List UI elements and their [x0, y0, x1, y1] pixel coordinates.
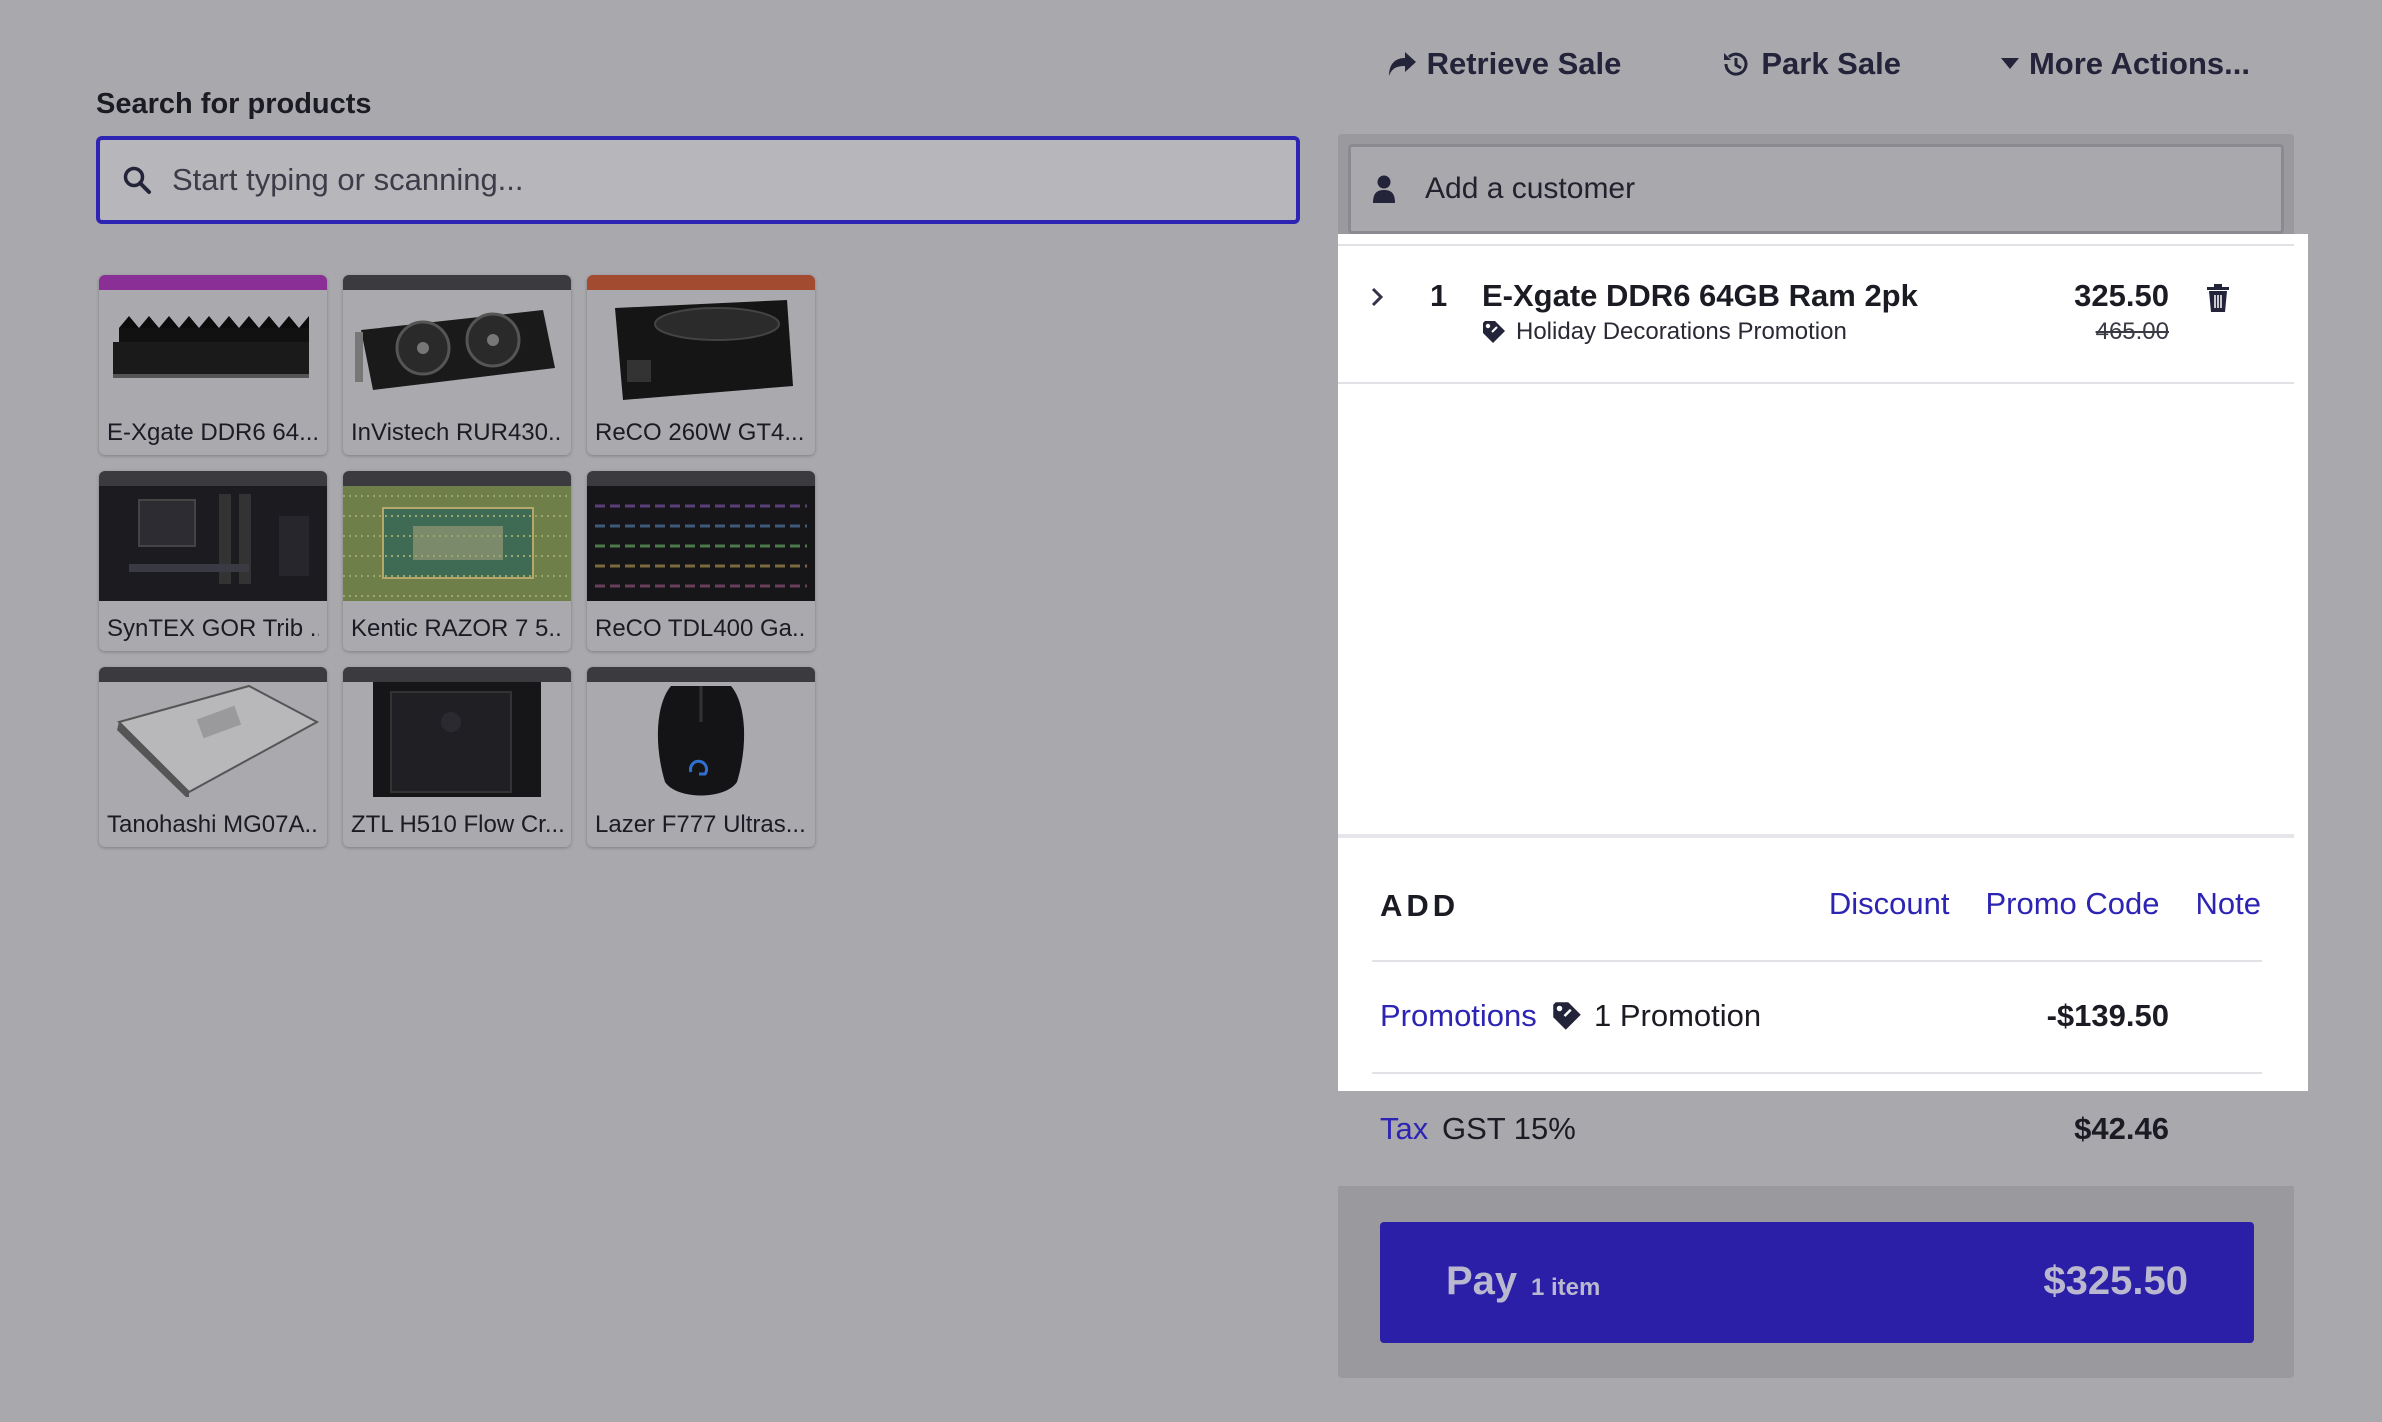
tax-name: GST 15% — [1442, 1111, 1576, 1146]
more-actions-button[interactable]: More Actions... — [2000, 46, 2250, 82]
mouse-image — [587, 682, 815, 797]
trash-icon[interactable] — [2206, 284, 2230, 312]
product-tile[interactable]: SynTEX GOR Trib ... — [99, 471, 327, 651]
product-name: InVistech RUR430... — [351, 419, 563, 446]
product-tile[interactable]: Kentic RAZOR 7 5... — [343, 471, 571, 651]
product-color-bar — [343, 471, 571, 486]
product-color-bar — [99, 471, 327, 486]
tax-link[interactable]: Tax — [1380, 1111, 1428, 1147]
product-name: ReCO 260W GT4... — [595, 419, 805, 446]
product-name: E-Xgate DDR6 64... — [107, 419, 319, 446]
discount-link[interactable]: Discount — [1829, 886, 1950, 922]
pay-item-count: 1 item — [1531, 1274, 1601, 1301]
product-color-bar — [587, 471, 815, 486]
line-item-name: E-Xgate DDR6 64GB Ram 2pk — [1482, 278, 1918, 313]
tag-icon — [1553, 1002, 1581, 1030]
product-name: Tanohashi MG07A... — [107, 811, 319, 838]
product-color-bar — [99, 667, 327, 682]
more-actions-label: More Actions... — [2028, 46, 2250, 81]
product-tile[interactable]: InVistech RUR430... — [343, 275, 571, 455]
product-color-bar — [343, 275, 571, 290]
line-qty: 1 — [1430, 278, 1448, 313]
promo-code-link[interactable]: Promo Code — [1985, 886, 2159, 922]
product-tile[interactable]: ReCO TDL400 Ga... — [587, 471, 815, 651]
add-customer-label: Add a customer — [1425, 172, 1636, 205]
row-divider — [1372, 1072, 2262, 1074]
product-tile[interactable]: E-Xgate DDR6 64... — [99, 275, 327, 455]
user-icon — [1373, 175, 1395, 203]
psu-image — [587, 290, 815, 405]
product-color-bar — [343, 667, 571, 682]
row-divider — [1372, 960, 2262, 962]
tag-icon — [1483, 321, 1505, 343]
product-name: Lazer F777 Ultras... — [595, 811, 806, 838]
ram-image — [99, 290, 327, 405]
search-box[interactable] — [96, 136, 1300, 224]
search-label: Search for products — [96, 88, 372, 120]
promotion-count: 1 Promotion — [1552, 998, 1761, 1034]
promotions-link[interactable]: Promotions — [1380, 998, 1537, 1034]
search-icon — [123, 166, 151, 194]
product-tile[interactable]: ZTL H510 Flow Cr... — [343, 667, 571, 847]
pay-label: Pay — [1446, 1259, 1518, 1303]
product-color-bar — [99, 275, 327, 290]
line-promotion-label: Holiday Decorations Promotion — [1516, 318, 1847, 345]
add-links: Discount Promo Code Note — [1829, 886, 2261, 922]
product-name: SynTEX GOR Trib ... — [107, 615, 319, 642]
product-color-bar — [587, 667, 815, 682]
product-color-bar — [587, 275, 815, 290]
park-sale-button[interactable]: Park Sale — [1721, 46, 1901, 82]
search-input[interactable] — [170, 161, 1174, 199]
retrieve-sale-label: Retrieve Sale — [1426, 46, 1622, 81]
cart-line-item[interactable] — [1338, 244, 2294, 384]
product-name: ZTL H510 Flow Cr... — [351, 811, 563, 838]
gpu-image — [343, 290, 571, 405]
add-label: ADD — [1380, 888, 1460, 923]
cpu-image — [343, 486, 571, 601]
product-tile[interactable]: Tanohashi MG07A... — [99, 667, 327, 847]
history-icon — [1724, 52, 1748, 76]
retrieve-sale-button[interactable]: Retrieve Sale — [1387, 46, 1622, 82]
promotion-amount: -$139.50 — [2046, 998, 2169, 1033]
share-arrow-icon — [1388, 52, 1416, 76]
line-price: 325.50 — [2074, 278, 2169, 313]
case-image — [343, 682, 571, 797]
product-name: Kentic RAZOR 7 5... — [351, 615, 563, 642]
pay-button[interactable]: Pay 1 item $325.50 — [1380, 1222, 2254, 1343]
line-original-price: 465.00 — [2095, 318, 2169, 345]
promotion-count-label: 1 Promotion — [1594, 998, 1762, 1033]
cart-divider — [1338, 834, 2294, 838]
tax-amount: $42.46 — [2074, 1111, 2169, 1146]
hdd-image — [99, 682, 327, 797]
product-grid: E-Xgate DDR6 64... InVistech RUR430... R… — [99, 275, 815, 847]
chevron-right-icon[interactable] — [1370, 286, 1384, 308]
park-sale-label: Park Sale — [1761, 46, 1901, 81]
top-actions: Retrieve Sale Park Sale More Actions... — [1387, 46, 2250, 82]
line-promotion: Holiday Decorations Promotion — [1482, 318, 1847, 346]
note-link[interactable]: Note — [2196, 886, 2261, 922]
caret-down-icon — [2000, 58, 2019, 69]
motherboard-image — [99, 486, 327, 601]
product-name: ReCO TDL400 Ga... — [595, 615, 807, 642]
add-customer-button[interactable]: Add a customer — [1348, 144, 2284, 234]
pay-total: $325.50 — [2043, 1259, 2188, 1303]
keyboard-image — [587, 486, 815, 601]
product-tile[interactable]: ReCO 260W GT4... — [587, 275, 815, 455]
product-tile[interactable]: Lazer F777 Ultras... — [587, 667, 815, 847]
